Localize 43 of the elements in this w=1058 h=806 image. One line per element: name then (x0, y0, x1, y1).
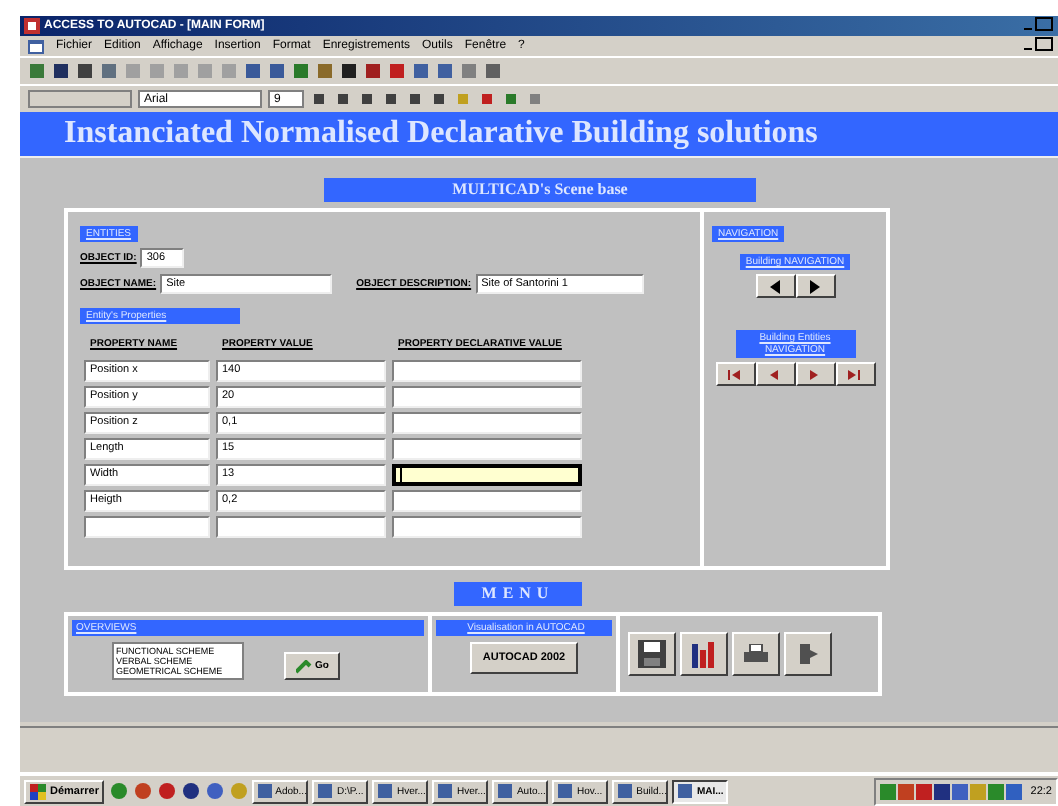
previous-button[interactable] (755, 274, 795, 298)
right-triangle-icon (809, 279, 821, 293)
chart-button[interactable] (680, 632, 728, 676)
windows-logo-icon (30, 783, 46, 799)
app-icon (378, 784, 393, 798)
declarative-value-field[interactable] (392, 386, 582, 408)
property-value-field[interactable] (216, 516, 386, 538)
declarative-value-field[interactable] (392, 438, 582, 460)
door-icon (796, 642, 820, 666)
right-triangle-icon (810, 369, 820, 379)
previous-button[interactable] (755, 362, 795, 386)
app-icon (558, 784, 573, 798)
app-icon (498, 784, 513, 798)
declarative-value-field[interactable] (392, 360, 582, 382)
last-button[interactable] (835, 362, 875, 386)
app-icon (258, 784, 272, 798)
exit-button[interactable] (784, 632, 832, 676)
style-dropdown[interactable] (28, 90, 132, 108)
left-triangle-icon (770, 369, 780, 379)
bar-chart-icon (688, 638, 720, 670)
next-button[interactable] (795, 362, 835, 386)
next-button[interactable] (795, 274, 835, 298)
banner-title: Instanciated Normalised Declarative Building solutions (20, 112, 1058, 156)
property-name-field[interactable] (84, 516, 210, 538)
declarative-value-field[interactable] (392, 464, 582, 486)
first-button[interactable] (715, 362, 755, 386)
app-icon (618, 784, 633, 798)
declarative-value-field[interactable] (392, 516, 582, 538)
app-icon (24, 18, 40, 34)
app-icon (678, 784, 693, 798)
declarative-value-field[interactable] (392, 412, 582, 434)
print-button[interactable] (732, 632, 780, 676)
save-button[interactable] (628, 632, 676, 676)
last-record-icon (848, 369, 862, 379)
printer-icon (744, 644, 768, 664)
window-controls-icon[interactable] (1022, 36, 1054, 52)
declarative-value-field[interactable] (392, 490, 582, 512)
app-icon (318, 784, 333, 798)
menu-title: MENU (454, 582, 582, 606)
first-record-icon (728, 369, 742, 379)
left-triangle-icon (769, 279, 781, 293)
app-icon (438, 784, 453, 798)
section-title: MULTICAD's Scene base (324, 178, 756, 202)
